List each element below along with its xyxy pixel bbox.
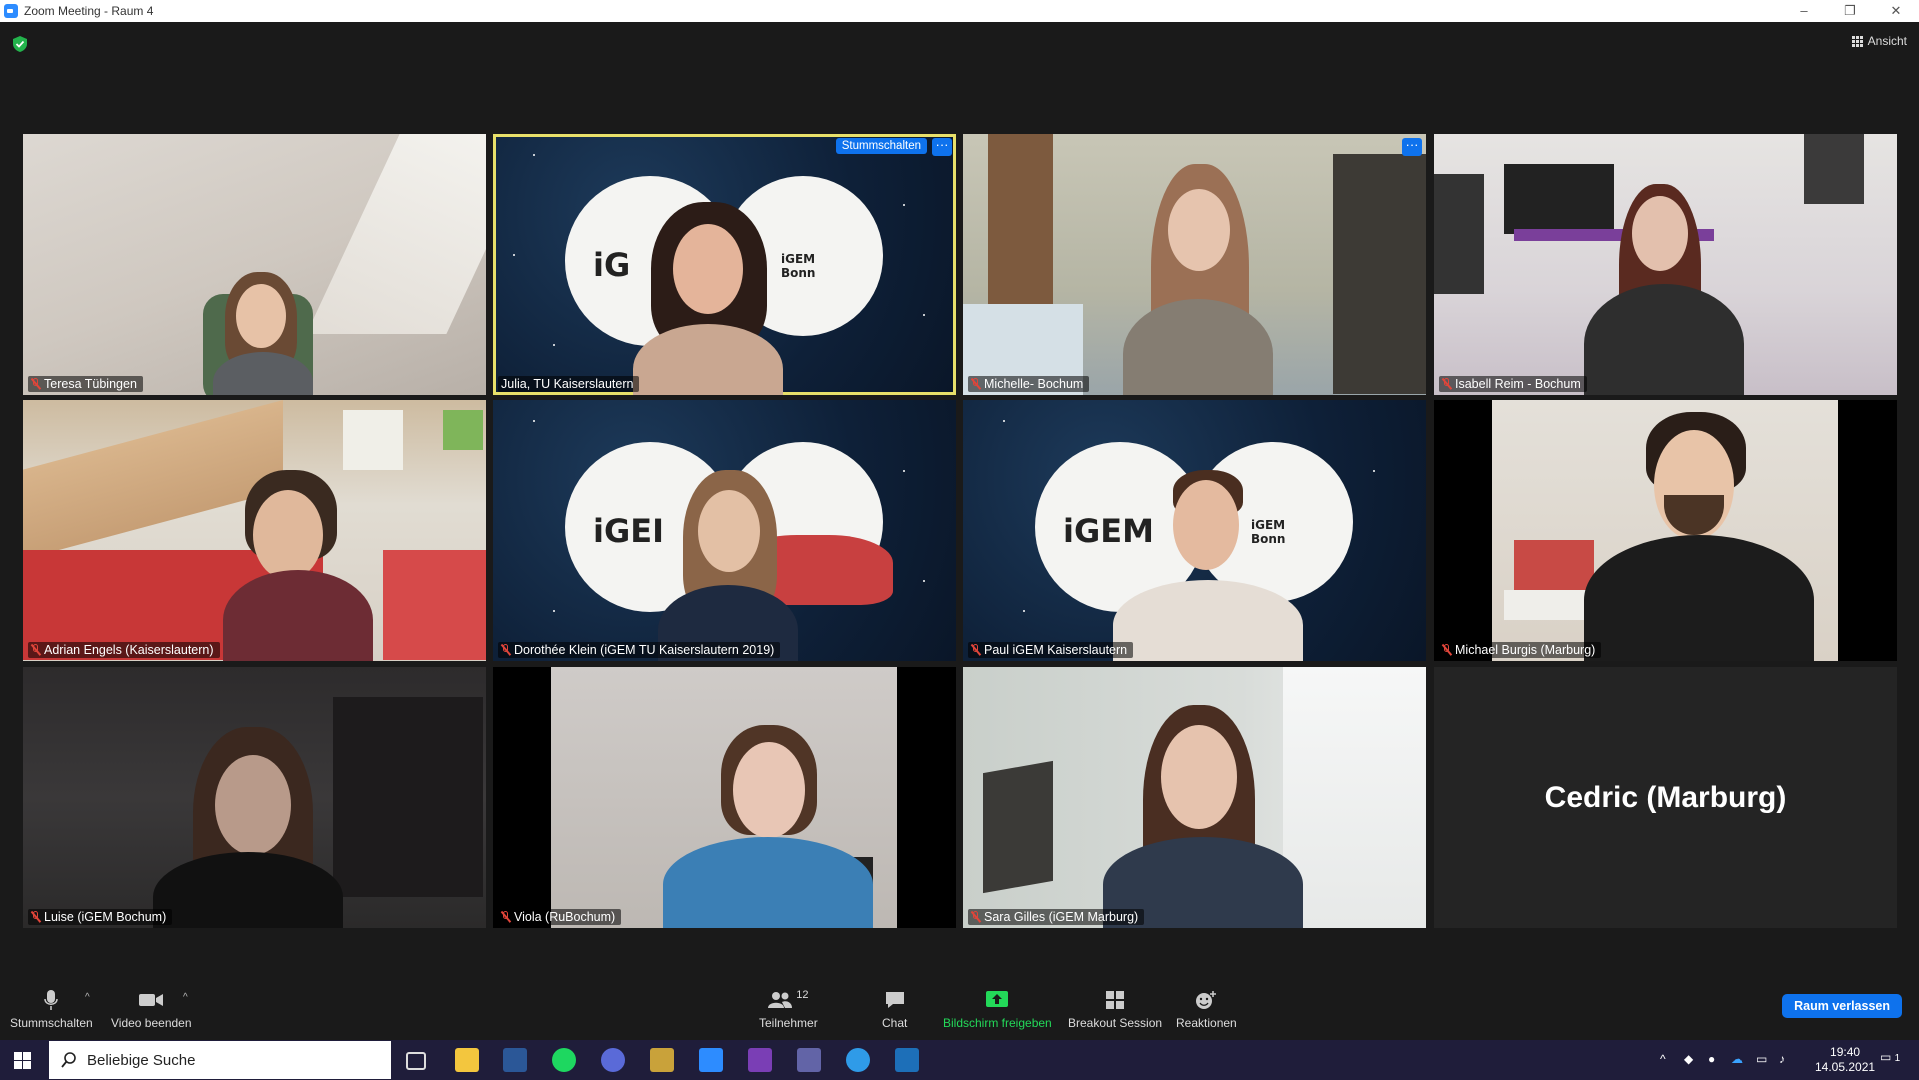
windows-start-icon[interactable] bbox=[14, 1052, 31, 1069]
participant-name-label: Paul iGEM Kaiserslautern bbox=[968, 642, 1134, 658]
clock[interactable]: 19:40 14.05.2021 bbox=[1815, 1045, 1875, 1075]
video-tile-julia[interactable]: iG iGEM Bonn Stummschalten ··· Julia, TU … bbox=[493, 134, 956, 395]
mic-muted-icon bbox=[31, 911, 40, 923]
breakout-rooms-icon bbox=[1106, 991, 1125, 1009]
microphone-icon bbox=[44, 990, 59, 1010]
breakout-session-button[interactable]: Breakout Session bbox=[1068, 988, 1162, 1030]
microphone-tray-icon[interactable]: ● bbox=[1708, 1052, 1715, 1066]
word-icon[interactable] bbox=[503, 1048, 527, 1072]
minimize-button[interactable]: – bbox=[1781, 0, 1827, 22]
reactions-smiley-icon bbox=[1196, 991, 1217, 1009]
mic-muted-icon bbox=[501, 644, 510, 656]
encryption-shield-icon[interactable] bbox=[12, 35, 28, 53]
search-placeholder: Beliebige Suche bbox=[87, 1051, 196, 1069]
restore-button[interactable]: ❐ bbox=[1827, 0, 1873, 22]
video-tile-michelle[interactable]: ··· Michelle- Bochum bbox=[963, 134, 1426, 395]
participant-name-label: Dorothée Klein (iGEM TU Kaiserslautern 2… bbox=[498, 642, 781, 658]
participant-name-label: Sara Gilles (iGEM Marburg) bbox=[968, 909, 1145, 925]
close-button[interactable]: ✕ bbox=[1873, 0, 1919, 22]
zoom-app-icon bbox=[4, 4, 18, 18]
mic-muted-icon bbox=[1442, 378, 1451, 390]
video-tile-viola[interactable]: Viola (RuBochum) bbox=[493, 667, 956, 928]
view-label: Ansicht bbox=[1867, 34, 1907, 48]
onedrive-icon[interactable]: ☁ bbox=[1731, 1052, 1743, 1066]
participants-icon bbox=[768, 992, 793, 1008]
leave-room-button[interactable]: Raum verlassen bbox=[1782, 994, 1902, 1018]
onenote-icon[interactable] bbox=[748, 1048, 772, 1072]
share-screen-icon bbox=[986, 991, 1009, 1007]
network-icon[interactable]: ▭ bbox=[1756, 1052, 1767, 1066]
participant-name-label: Michael Burgis (Marburg) bbox=[1439, 642, 1602, 658]
mute-button[interactable]: Stummschalten bbox=[10, 988, 93, 1030]
participant-name-label: Julia, TU Kaiserslautern bbox=[498, 376, 640, 392]
audio-options-caret-icon[interactable]: ^ bbox=[85, 992, 90, 1003]
window-title: Zoom Meeting - Raum 4 bbox=[24, 4, 154, 18]
search-icon bbox=[61, 1052, 76, 1068]
spotify-icon[interactable] bbox=[552, 1048, 576, 1072]
video-tile-cedric[interactable]: Cedric (Marburg) bbox=[1434, 667, 1897, 928]
participants-count: 12 bbox=[796, 989, 809, 1001]
window-titlebar: Zoom Meeting - Raum 4 – ❐ ✕ bbox=[0, 0, 1919, 22]
zoom-taskbar-icon[interactable] bbox=[699, 1048, 723, 1072]
video-tile-teresa[interactable]: Teresa Tübingen bbox=[23, 134, 486, 395]
volume-icon[interactable]: ♪ bbox=[1779, 1052, 1785, 1066]
photos-icon[interactable] bbox=[895, 1048, 919, 1072]
video-tile-paul[interactable]: iGEM iGEM Bonn Paul iGEM Kaiserslautern bbox=[963, 400, 1426, 661]
tray-chevron-icon[interactable]: ^ bbox=[1660, 1052, 1666, 1066]
edge-icon[interactable] bbox=[846, 1048, 870, 1072]
dropbox-icon[interactable]: ◆ bbox=[1684, 1052, 1693, 1066]
participants-button[interactable]: 12 Teilnehmer bbox=[759, 988, 818, 1030]
participant-name-label: Michelle- Bochum bbox=[968, 376, 1090, 392]
mic-muted-icon bbox=[1442, 644, 1451, 656]
video-camera-icon bbox=[139, 994, 164, 1006]
tile-more-button[interactable]: ··· bbox=[1402, 138, 1422, 156]
participant-name-placeholder: Cedric (Marburg) bbox=[1544, 780, 1787, 814]
participant-name-label: Teresa Tübingen bbox=[28, 376, 143, 392]
meeting-toolbar: Stummschalten ^ Video beenden ^ 12 Teiln… bbox=[0, 982, 1919, 1040]
video-tile-luise[interactable]: Luise (iGEM Bochum) bbox=[23, 667, 486, 928]
participant-name-label: Luise (iGEM Bochum) bbox=[28, 909, 173, 925]
file-explorer-icon[interactable] bbox=[455, 1048, 479, 1072]
video-tile-michael[interactable]: Michael Burgis (Marburg) bbox=[1434, 400, 1897, 661]
video-tile-isabell[interactable]: Isabell Reim - Bochum bbox=[1434, 134, 1897, 395]
reactions-button[interactable]: Reaktionen bbox=[1176, 988, 1237, 1030]
participant-name-label: Adrian Engels (Kaiserslautern) bbox=[28, 642, 220, 658]
participant-name-label: Isabell Reim - Bochum bbox=[1439, 376, 1587, 392]
date: 14.05.2021 bbox=[1815, 1060, 1876, 1074]
time: 19:40 bbox=[1830, 1045, 1861, 1059]
teams-icon[interactable] bbox=[797, 1048, 821, 1072]
windows-taskbar: Beliebige Suche ^ ◆ ● ☁ ▭ ♪ 19:40 14.05.… bbox=[0, 1040, 1919, 1080]
mic-muted-icon bbox=[971, 644, 980, 656]
mic-muted-icon bbox=[31, 644, 40, 656]
stop-video-button[interactable]: Video beenden bbox=[111, 988, 192, 1030]
mic-muted-icon bbox=[971, 911, 980, 923]
notifications-icon[interactable]: ▭ 1 bbox=[1880, 1050, 1900, 1064]
grid-view-icon bbox=[1851, 35, 1863, 47]
video-options-caret-icon[interactable]: ^ bbox=[183, 992, 188, 1003]
view-button[interactable]: Ansicht bbox=[1851, 34, 1907, 48]
tile-mute-button[interactable]: Stummschalten bbox=[835, 138, 927, 154]
taskbar-search-box[interactable]: Beliebige Suche bbox=[49, 1041, 391, 1079]
tile-more-button[interactable]: ··· bbox=[932, 138, 952, 156]
cortana-icon[interactable] bbox=[601, 1048, 625, 1072]
chat-icon bbox=[885, 992, 904, 1008]
mic-muted-icon bbox=[31, 378, 40, 390]
video-tile-dorothee[interactable]: iGEI Dorothée Klein (iGEM TU Kaiserslaut… bbox=[493, 400, 956, 661]
mic-muted-icon bbox=[971, 378, 980, 390]
chat-button[interactable]: Chat bbox=[882, 988, 907, 1030]
video-tile-sara[interactable]: Sara Gilles (iGEM Marburg) bbox=[963, 667, 1426, 928]
task-view-icon[interactable] bbox=[406, 1052, 426, 1070]
app-icon-yellow[interactable] bbox=[650, 1048, 674, 1072]
video-tile-adrian[interactable]: Adrian Engels (Kaiserslautern) bbox=[23, 400, 486, 661]
participant-name-label: Viola (RuBochum) bbox=[498, 909, 622, 925]
mic-muted-icon bbox=[501, 911, 510, 923]
share-screen-button[interactable]: Bildschirm freigeben bbox=[943, 988, 1052, 1030]
